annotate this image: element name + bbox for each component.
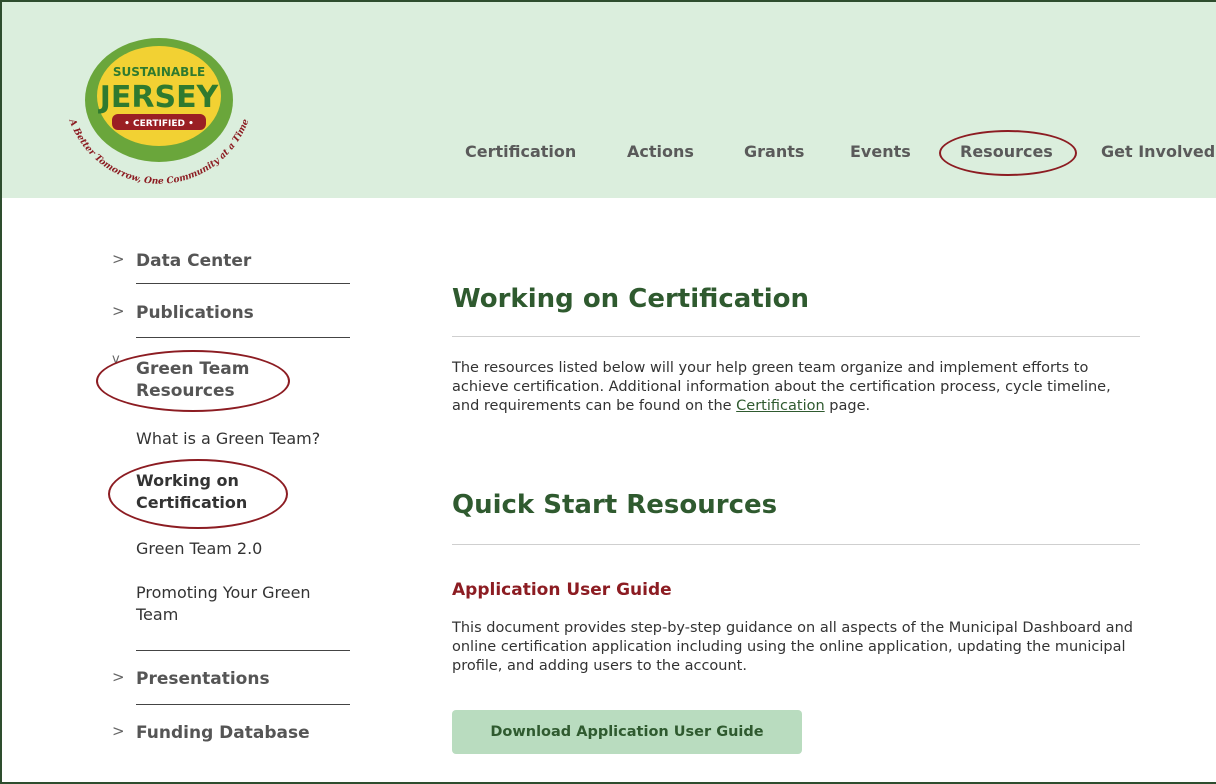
- sidebar-divider: [136, 650, 350, 651]
- sustainable-jersey-logo[interactable]: SUSTAINABLE JERSEY • CERTIFIED • A Bette…: [60, 32, 260, 192]
- download-guide-button[interactable]: Download Application User Guide: [452, 710, 802, 754]
- resource-title: Application User Guide: [452, 580, 672, 600]
- chevron-down-icon: v: [112, 352, 120, 367]
- certification-link[interactable]: Certification: [736, 398, 825, 414]
- chevron-right-icon: >: [112, 250, 125, 268]
- title-divider: [452, 336, 1140, 337]
- nav-grants[interactable]: Grants: [744, 138, 804, 166]
- nav-actions[interactable]: Actions: [627, 138, 694, 166]
- page-title: Working on Certification: [452, 284, 810, 314]
- chevron-right-icon: >: [112, 302, 125, 320]
- logo-line1: SUSTAINABLE: [113, 65, 205, 79]
- sidebar-subitem-working-on-certification[interactable]: Working on Certification: [136, 470, 276, 514]
- sidebar-label: Presentations: [136, 669, 270, 689]
- logo-line2: JERSEY: [98, 80, 220, 115]
- nav-get-involved[interactable]: Get Involved: [1101, 138, 1215, 166]
- sidebar-subitem-green-team-2[interactable]: Green Team 2.0: [136, 538, 356, 560]
- sidebar-divider: [136, 283, 350, 284]
- sidebar-subitem-what-is-green-team[interactable]: What is a Green Team?: [136, 428, 356, 450]
- sidebar-divider: [136, 337, 350, 338]
- resource-description: This document provides step-by-step guid…: [452, 620, 1133, 674]
- chevron-right-icon: >: [112, 722, 125, 740]
- logo-badge: • CERTIFIED •: [124, 119, 194, 129]
- sidebar-label: Data Center: [136, 251, 252, 271]
- chevron-right-icon: >: [112, 668, 125, 686]
- sidebar-subitem-promoting-green-team[interactable]: Promoting Your Green Team: [136, 582, 346, 626]
- sidebar-label: Green Team Resources: [136, 359, 250, 401]
- nav-certification[interactable]: Certification: [465, 138, 576, 166]
- nav-events[interactable]: Events: [850, 138, 911, 166]
- intro-paragraph: The resources listed below will your hel…: [452, 359, 1142, 416]
- page-frame: SUSTAINABLE JERSEY • CERTIFIED • A Bette…: [0, 0, 1216, 784]
- main-nav: Certification Actions Grants Events Reso…: [2, 138, 1216, 166]
- site-header: SUSTAINABLE JERSEY • CERTIFIED • A Bette…: [2, 2, 1216, 198]
- sidebar-label: Funding Database: [136, 723, 310, 743]
- sidebar-label: Publications: [136, 303, 254, 323]
- section-title: Quick Start Resources: [452, 490, 778, 520]
- nav-resources[interactable]: Resources: [960, 138, 1053, 166]
- intro-text-end: page.: [824, 398, 871, 414]
- section-divider: [452, 544, 1140, 545]
- sidebar-divider: [136, 704, 350, 705]
